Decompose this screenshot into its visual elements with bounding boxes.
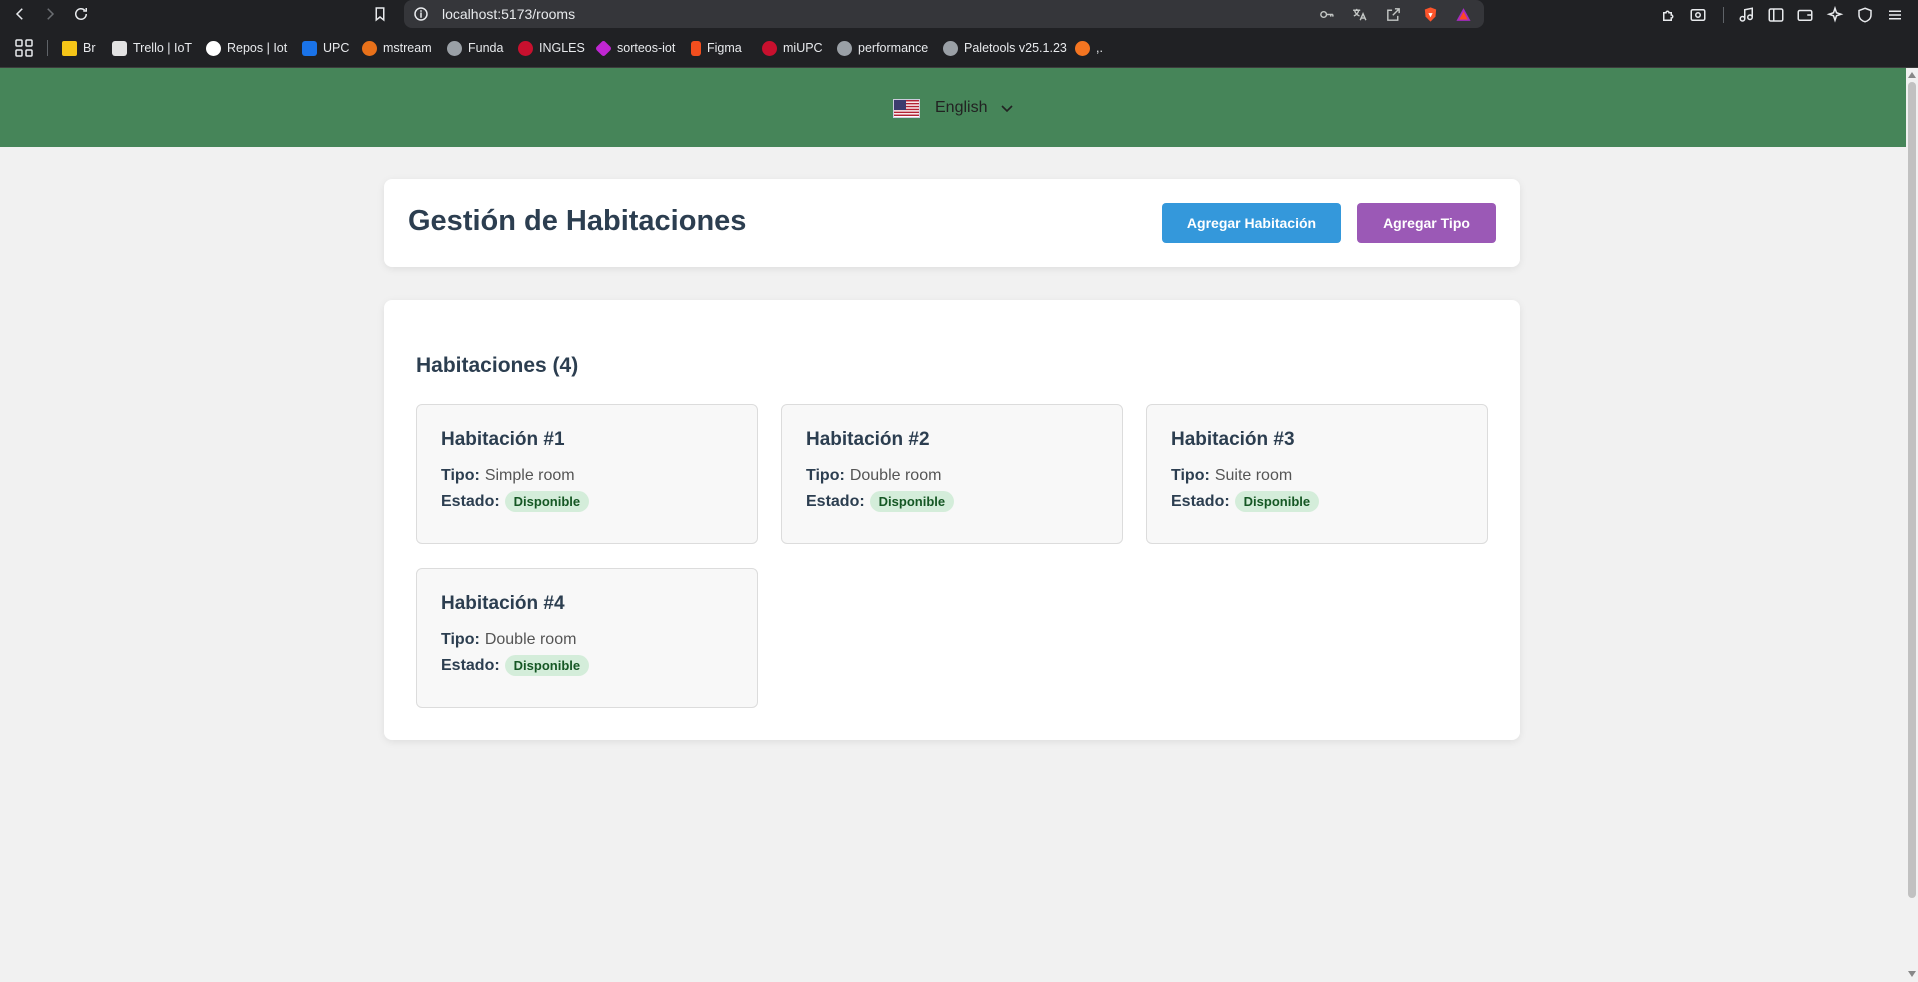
add-room-button[interactable]: Agregar Habitación	[1162, 203, 1341, 243]
room-card[interactable]: Habitación #4 Tipo: Double room Estado: …	[416, 568, 758, 708]
status-badge: Disponible	[869, 491, 955, 512]
state-label: Estado:	[441, 656, 500, 674]
us-flag-icon	[893, 98, 920, 118]
room-type-value: Simple room	[484, 467, 575, 484]
folder-icon	[62, 40, 77, 56]
sidebar-icon[interactable]	[1765, 4, 1787, 26]
bookmark-miupc[interactable]: miUPC	[762, 38, 823, 58]
type-label: Tipo:	[1171, 467, 1210, 484]
type-label: Tipo:	[806, 467, 845, 484]
bookmark-upc[interactable]: UPC	[302, 38, 349, 58]
state-label: Estado:	[1171, 492, 1230, 510]
password-key-icon[interactable]	[1316, 4, 1336, 24]
bookmark-performance[interactable]: performance	[837, 38, 928, 58]
scrollbar-thumb[interactable]	[1908, 82, 1916, 898]
menu-icon[interactable]	[1884, 4, 1906, 26]
bookmark-trello-iot[interactable]: Trello | IoT	[112, 38, 192, 58]
trello-icon	[112, 40, 127, 56]
room-card[interactable]: Habitación #1 Tipo: Simple room Estado: …	[416, 404, 758, 544]
scroll-up-icon[interactable]	[1906, 69, 1918, 81]
add-type-button[interactable]: Agregar Tipo	[1357, 203, 1496, 243]
bookmark-sorteos-iot[interactable]: sorteos-iot	[595, 38, 675, 58]
state-label: Estado:	[806, 492, 865, 510]
language-label: English	[935, 99, 988, 116]
figma-icon	[691, 40, 701, 56]
room-state: Estado: Disponible	[806, 491, 955, 512]
mstream-icon	[362, 40, 377, 56]
room-type: Tipo: Suite room	[1171, 467, 1292, 485]
share-icon[interactable]	[1383, 4, 1403, 24]
room-state: Estado: Disponible	[441, 655, 590, 676]
globe-icon	[837, 40, 852, 56]
reload-icon[interactable]	[69, 2, 93, 26]
room-title: Habitación #3	[1171, 429, 1295, 450]
translate-icon[interactable]	[1349, 4, 1369, 24]
forward-icon[interactable]	[38, 2, 62, 26]
upc-red-icon	[762, 40, 777, 56]
bookmark-mstream[interactable]: mstream	[362, 38, 432, 58]
bookmark-br[interactable]: Br	[62, 38, 96, 58]
room-type-value: Double room	[484, 631, 577, 648]
room-card[interactable]: Habitación #3 Tipo: Suite room Estado: D…	[1146, 404, 1488, 544]
url-text[interactable]: localhost:5173/rooms	[442, 6, 575, 22]
site-info-icon[interactable]	[412, 5, 430, 23]
type-label: Tipo:	[441, 467, 480, 484]
room-type: Tipo: Simple room	[441, 467, 575, 485]
state-label: Estado:	[441, 492, 500, 510]
status-badge: Disponible	[1234, 491, 1320, 512]
scroll-down-icon[interactable]	[1906, 968, 1918, 980]
bookmark-ingles[interactable]: INGLES	[518, 38, 585, 58]
bookmarks-divider	[47, 40, 48, 56]
room-type: Tipo: Double room	[806, 467, 941, 485]
room-type: Tipo: Double room	[441, 631, 576, 649]
room-title: Habitación #4	[441, 593, 565, 614]
room-card[interactable]: Habitación #2 Tipo: Double room Estado: …	[781, 404, 1123, 544]
apps-grid-icon[interactable]	[14, 38, 34, 58]
music-icon[interactable]	[1736, 4, 1758, 26]
back-icon[interactable]	[8, 2, 32, 26]
room-state: Estado: Disponible	[1171, 491, 1320, 512]
vpn-shield-icon[interactable]	[1854, 4, 1876, 26]
github-icon	[206, 40, 221, 56]
toolbar-separator	[1723, 7, 1724, 23]
bookmark-repos-iot[interactable]: Repos | Iot	[206, 38, 287, 58]
bookmark-funda[interactable]: Funda	[447, 38, 503, 58]
language-selector[interactable]: English	[893, 92, 1015, 124]
bookmark-figma[interactable]: Figma	[691, 38, 742, 58]
chevron-down-icon	[1001, 105, 1013, 113]
brave-rewards-icon[interactable]	[1453, 4, 1473, 24]
bookmark-crunchyroll[interactable]: ,.	[1075, 38, 1103, 58]
globe-icon	[943, 40, 958, 56]
room-title: Habitación #2	[806, 429, 930, 450]
status-badge: Disponible	[504, 491, 590, 512]
upc-icon	[302, 40, 317, 56]
rooms-heading: Habitaciones (4)	[416, 354, 579, 377]
page-title: Gestión de Habitaciones	[408, 205, 747, 237]
extensions-icon[interactable]	[1658, 4, 1680, 26]
type-label: Tipo:	[441, 631, 480, 648]
brave-shields-icon[interactable]	[1420, 4, 1440, 24]
bookmark-paletools[interactable]: Paletools v25.1.23	[943, 38, 1067, 58]
status-badge: Disponible	[504, 655, 590, 676]
room-type-value: Double room	[849, 467, 942, 484]
room-state: Estado: Disponible	[441, 491, 590, 512]
room-title: Habitación #1	[441, 429, 565, 450]
globe-icon	[447, 40, 462, 56]
wallet-icon[interactable]	[1794, 4, 1816, 26]
screenshot-icon[interactable]	[1687, 4, 1709, 26]
upc-red-icon	[518, 40, 533, 56]
sorteos-icon	[595, 39, 612, 57]
crunchyroll-icon	[1075, 40, 1090, 56]
leo-ai-icon[interactable]	[1824, 4, 1846, 26]
room-type-value: Suite room	[1214, 467, 1293, 484]
bookmark-page-icon[interactable]	[368, 2, 392, 26]
